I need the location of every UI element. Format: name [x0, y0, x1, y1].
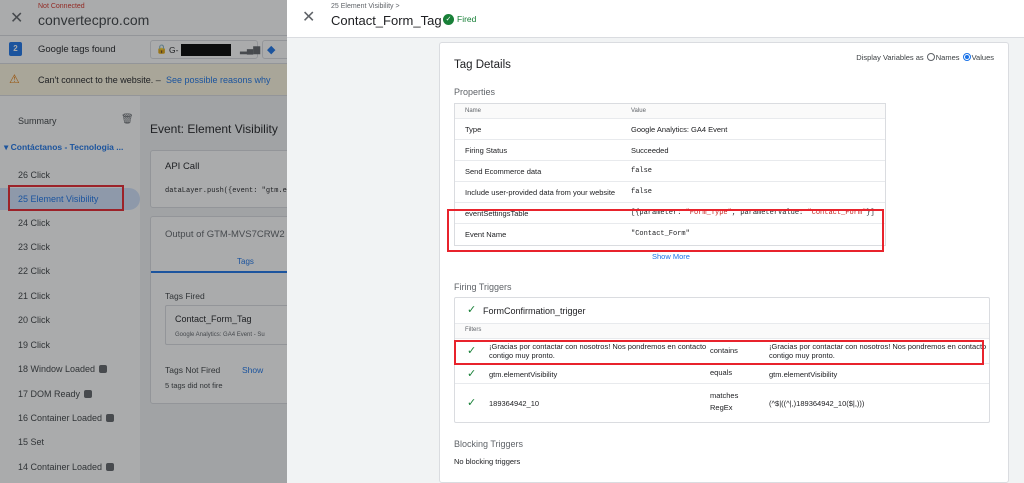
filter-value: (^$|((^|,)189364942_10($|,))): [769, 399, 865, 408]
table-row: Send Ecommerce data false: [455, 161, 885, 182]
table-row: Firing Status Succeeded: [455, 140, 885, 161]
tag-detail-drawer: ✕ 25 Element Visibility > Contact_Form_T…: [287, 0, 1024, 483]
drawer-header: ✕ 25 Element Visibility > Contact_Form_T…: [287, 0, 1024, 38]
filter-operator: matches RegEx: [710, 391, 739, 412]
no-blocking-triggers: No blocking triggers: [454, 457, 521, 466]
modal-scrim[interactable]: [0, 0, 287, 483]
col-name-header: Name: [465, 108, 482, 114]
blocking-triggers-heading: Blocking Triggers: [454, 439, 524, 449]
firing-triggers-heading: Firing Triggers: [454, 282, 512, 292]
display-variables-toggle: Display Variables as Names Values: [856, 53, 994, 62]
close-drawer-icon[interactable]: ✕: [302, 7, 315, 27]
highlight-text-filter: [454, 340, 984, 365]
breadcrumb[interactable]: 25 Element Visibility >: [331, 3, 400, 10]
property-value: false: [631, 167, 653, 175]
fired-status: Fired: [457, 14, 477, 24]
table-row: Type Google Analytics: GA4 Event: [455, 119, 885, 140]
filters-label: Filters: [465, 327, 482, 333]
filter-row: ✓ 189364942_10 matches RegEx (^$|((^|,)1…: [455, 384, 989, 422]
filter-operator: equals: [710, 368, 733, 377]
property-value: Google Analytics: GA4 Event: [631, 125, 728, 134]
panel-title: Tag Details: [454, 59, 511, 71]
show-more-link[interactable]: Show More: [652, 252, 690, 261]
property-name: Firing Status: [465, 146, 508, 155]
filter-value: gtm.elementVisibility: [769, 370, 838, 379]
filter-variable: 189364942_10: [489, 399, 540, 408]
table-header: Name Value: [455, 104, 885, 119]
property-name: Type: [465, 125, 482, 134]
names-radio[interactable]: [926, 53, 935, 61]
filter-row: ✓ gtm.elementVisibility equals gtm.eleme…: [455, 364, 989, 384]
property-value: false: [631, 188, 653, 196]
drawer-title: Contact_Form_Tag: [331, 13, 442, 28]
property-name: Include user-provided data from your web…: [465, 188, 616, 197]
check-icon: ✓: [467, 304, 477, 316]
col-value-header: Value: [631, 108, 646, 114]
check-icon: ✓: [467, 368, 477, 380]
display-variables-label: Display Variables as: [856, 53, 924, 62]
values-radio[interactable]: [962, 53, 971, 61]
property-name: Send Ecommerce data: [465, 167, 542, 176]
names-radio-label[interactable]: Names: [936, 53, 960, 62]
filters-header: Filters: [455, 324, 989, 339]
values-radio-label[interactable]: Values: [972, 53, 994, 62]
properties-heading: Properties: [454, 87, 496, 97]
check-circle-icon: ✓: [443, 14, 454, 25]
filter-variable: gtm.elementVisibility: [489, 370, 558, 379]
property-value: Succeeded: [631, 146, 669, 155]
trigger-name: FormConfirmation_trigger: [483, 306, 586, 316]
trigger-header[interactable]: ✓ FormConfirmation_trigger: [455, 298, 989, 324]
check-icon: ✓: [467, 397, 477, 409]
highlight-event-settings: [447, 209, 884, 252]
table-row: Include user-provided data from your web…: [455, 182, 885, 203]
tag-details-panel: Tag Details Display Variables as Names V…: [439, 42, 1009, 483]
